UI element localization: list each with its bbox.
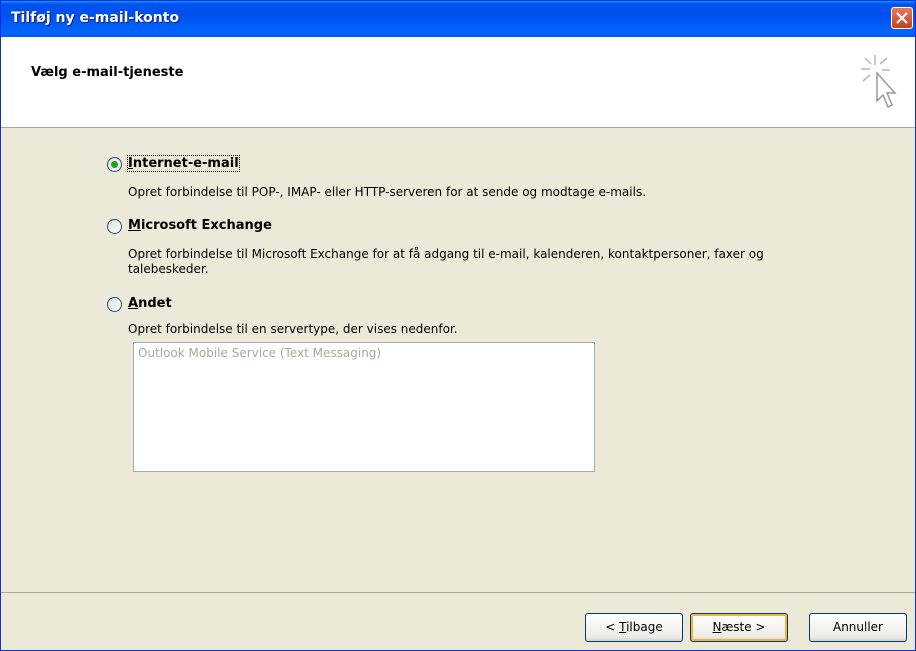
internet-email-label[interactable]: Internet-e-mail [127,155,240,172]
microsoft-exchange-label[interactable]: Microsoft Exchange [128,218,272,233]
internet-email-radio[interactable] [107,157,122,172]
internet-email-description: Opret forbindelse til POP-, IMAP- eller … [128,185,647,199]
microsoft-exchange-radio[interactable] [107,219,122,234]
other-label[interactable]: Andet [128,296,172,311]
next-button[interactable]: Næste > [690,613,788,642]
other-description: Opret forbindelse til en servertype, der… [128,322,458,336]
list-item[interactable]: Outlook Mobile Service (Text Messaging) [138,346,381,360]
microsoft-exchange-description-line2: talebeskeder. [128,262,209,276]
cursor-sparkle-icon [861,55,897,109]
button-bar: < Tilbage Næste > Annuller [1,592,915,651]
close-icon [896,12,908,24]
server-type-list[interactable]: Outlook Mobile Service (Text Messaging) [133,342,595,472]
other-radio[interactable] [107,297,122,312]
header-panel: Vælg e-mail-tjeneste [1,37,915,128]
microsoft-exchange-description-line1: Opret forbindelse til Microsoft Exchange… [128,247,764,261]
add-email-account-dialog: Tilføj ny e-mail-konto Vælg e-mail-tjene… [0,0,916,651]
page-heading: Vælg e-mail-tjeneste [31,65,184,80]
window-title: Tilføj ny e-mail-konto [11,10,180,26]
title-bar[interactable]: Tilføj ny e-mail-konto [1,1,915,37]
cancel-button[interactable]: Annuller [809,613,907,642]
back-button[interactable]: < Tilbage [585,613,683,642]
close-button[interactable] [891,7,913,29]
